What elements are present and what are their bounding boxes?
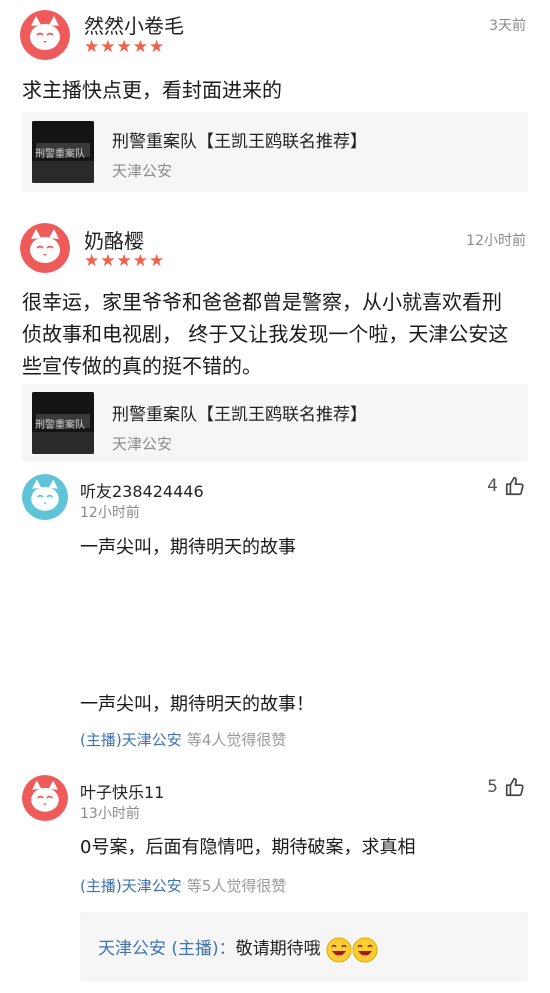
thumbs-up-icon (504, 776, 526, 798)
comment-time: 3天前 (489, 18, 526, 34)
host-reply-box: 天津公安 (主播)：敬请期待哦 (80, 912, 528, 982)
host-link[interactable]: (主播)天津公安 (80, 731, 182, 749)
album-author: 天津公安 (112, 435, 173, 453)
album-cover-title: 刑警重案队 (35, 149, 85, 160)
likes-note: 等5人觉得很赞 (186, 877, 287, 895)
comment-text: 求主播快点更，看封面进来的 (22, 78, 282, 102)
likes-note: 等4人觉得很赞 (186, 731, 287, 749)
comment-text-line: 些宣传做的真的挺不错的。 (22, 354, 262, 378)
reply-text: 一声尖叫，期待明天的故事！ (80, 694, 314, 715)
laughing-emoji-icon (326, 937, 352, 963)
reply-username[interactable]: 听友238424446 (80, 478, 204, 502)
avatar[interactable] (22, 775, 68, 821)
fox-avatar-icon (22, 474, 68, 520)
comment-username[interactable]: 然然小卷毛 (84, 10, 184, 39)
like-button[interactable]: 4 (487, 475, 526, 497)
like-count: 5 (487, 777, 498, 797)
like-count: 4 (487, 476, 498, 496)
album-author: 天津公安 (112, 162, 173, 180)
host-link[interactable]: (主播)天津公安 (80, 877, 182, 895)
reply-text: 0号案，后面有隐情吧，期待破案，求真相 (80, 837, 416, 858)
avatar[interactable] (20, 10, 70, 60)
album-cover-image: 刑警重案队 (32, 392, 94, 454)
avatar[interactable] (22, 474, 68, 520)
album-cover-image: 刑警重案队 (32, 121, 94, 183)
rating-stars: ★★★★★ (84, 251, 166, 271)
comment-text: 很幸运，家里爷爷和爸爸都曾是警察，从小就喜欢看刑 侦故事和电视剧， 终于又让我发… (22, 286, 542, 382)
reply-time: 12小时前 (80, 505, 140, 521)
album-card[interactable]: 刑警重案队 刑警重案队【王凯王鸥联名推荐】 天津公安 (22, 112, 528, 192)
album-cover-title: 刑警重案队 (35, 420, 85, 431)
reply-time: 13小时前 (80, 806, 140, 822)
fox-avatar-icon (20, 223, 70, 273)
comment-text-line: 侦故事和电视剧， 终于又让我发现一个啦，天津公安这 (22, 322, 509, 346)
fox-avatar-icon (20, 10, 70, 60)
like-button[interactable]: 5 (487, 776, 526, 798)
reply-text: 一声尖叫，期待明天的故事 (80, 537, 296, 558)
comment-text-line: 很幸运，家里爷爷和爸爸都曾是警察，从小就喜欢看刑 (22, 290, 502, 314)
likes-summary: (主播)天津公安 等4人觉得很赞 (80, 729, 286, 750)
rating-stars: ★★★★★ (84, 37, 166, 57)
album-title: 刑警重案队【王凯王鸥联名推荐】 (112, 405, 367, 425)
comment-username[interactable]: 奶酪樱 (84, 225, 144, 254)
host-reply: 天津公安 (主播)：敬请期待哦 (98, 934, 378, 963)
album-title: 刑警重案队【王凯王鸥联名推荐】 (112, 132, 367, 152)
comment-time: 12小时前 (466, 233, 526, 249)
fox-avatar-icon (22, 775, 68, 821)
host-reply-text: 敬请期待哦 (235, 939, 321, 959)
host-reply-name[interactable]: 天津公安 (主播)： (98, 939, 236, 959)
reply-username[interactable]: 叶子快乐11 (80, 779, 164, 803)
avatar[interactable] (20, 223, 70, 273)
likes-summary: (主播)天津公安 等5人觉得很赞 (80, 875, 286, 896)
thumbs-up-icon (504, 475, 526, 497)
laughing-emoji-icon (352, 937, 378, 963)
album-card[interactable]: 刑警重案队 刑警重案队【王凯王鸥联名推荐】 天津公安 (22, 384, 528, 462)
